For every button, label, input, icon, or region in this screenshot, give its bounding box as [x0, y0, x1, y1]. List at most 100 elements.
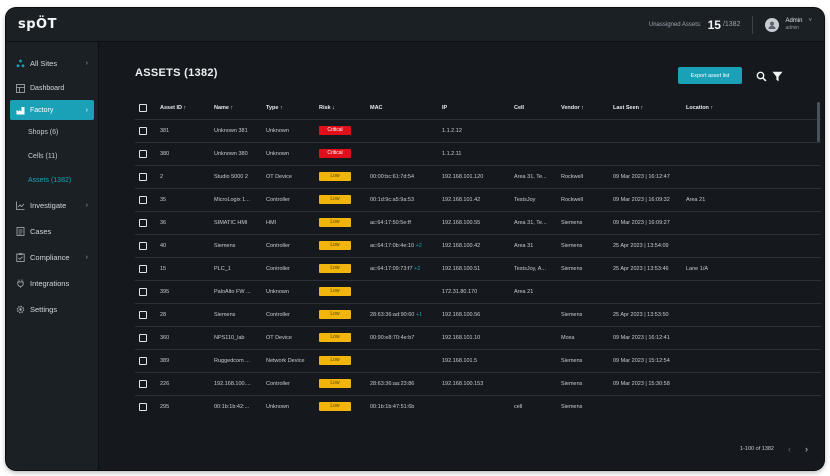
row-checkbox[interactable]: [139, 333, 147, 342]
cell-name: Area 31: [510, 233, 557, 257]
asset-id[interactable]: 40: [156, 233, 210, 257]
row-checkbox[interactable]: [139, 264, 147, 273]
asset-name[interactable]: Unknown 380: [210, 141, 262, 165]
cell-name: [510, 325, 557, 349]
previous-page-button[interactable]: ‹: [788, 444, 791, 454]
vendor-name: Moxa: [557, 325, 609, 349]
asset-name[interactable]: SIMATIC HMI: [210, 210, 262, 234]
table-row[interactable]: 381 Unknown 381 Unknown Critical 1.1.2.1…: [135, 118, 821, 142]
row-select-cell: [135, 118, 156, 142]
table-row[interactable]: 2 Studio 5000 2 OT Device Low 00:00:bc:6…: [135, 164, 821, 188]
row-checkbox[interactable]: [139, 241, 147, 250]
table-row[interactable]: 40 Siemens Controller Low ac:64:17:0b:4e…: [135, 233, 821, 257]
table-row[interactable]: 28 Siemens Controller Low 28:63:36:ad:90…: [135, 302, 821, 326]
sidebar-item-settings[interactable]: Settings: [6, 296, 98, 322]
asset-name[interactable]: PaloAlto FW ...: [210, 279, 262, 303]
last-seen: [609, 394, 682, 418]
sidebar-item-assets[interactable]: Assets (1382): [6, 168, 98, 192]
sidebar-item-integrations[interactable]: Integrations: [6, 270, 98, 296]
sidebar-item-dashboard[interactable]: Dashboard: [6, 76, 98, 100]
export-asset-list-button[interactable]: Export asset list: [678, 67, 742, 84]
avatar[interactable]: [765, 17, 780, 32]
table-row[interactable]: 15 PLC_1 Controller Low ac:64:17:09:73:f…: [135, 256, 821, 280]
next-page-button[interactable]: ›: [805, 444, 808, 454]
app-logo[interactable]: spÖT: [18, 17, 57, 32]
asset-name[interactable]: Siemens: [210, 302, 262, 326]
mac-extra-count[interactable]: +2: [414, 266, 420, 272]
column-header-type[interactable]: Type ↑: [262, 97, 315, 119]
ip-address: 192.168.101.120: [438, 164, 510, 188]
sidebar-item-factory[interactable]: Factory ›: [10, 100, 94, 120]
vendor-name: Siemens: [557, 210, 609, 234]
mac-extra-count[interactable]: +2: [416, 243, 422, 249]
last-seen: 09 Mar 2023 | 16:12:47: [609, 164, 682, 188]
table-row[interactable]: 36 SIMATIC HMI HMI Low ac:64:17:50:5e:ff…: [135, 210, 821, 234]
column-header-last-seen[interactable]: Last Seen ↑: [609, 97, 682, 119]
asset-id[interactable]: 395: [156, 279, 210, 303]
sidebar-item-cases[interactable]: Cases: [6, 218, 98, 244]
asset-id[interactable]: 389: [156, 348, 210, 372]
column-header-location[interactable]: Location ↑: [682, 97, 821, 119]
asset-name[interactable]: Siemens: [210, 233, 262, 257]
row-checkbox[interactable]: [139, 402, 147, 411]
sidebar-item-cells[interactable]: Cells (11): [6, 144, 98, 168]
asset-id[interactable]: 36: [156, 210, 210, 234]
asset-id[interactable]: 35: [156, 187, 210, 211]
row-checkbox[interactable]: [139, 356, 147, 365]
select-all-checkbox[interactable]: [139, 103, 147, 112]
sidebar-item-compliance[interactable]: Compliance ›: [6, 244, 98, 270]
row-checkbox[interactable]: [139, 172, 147, 181]
search-icon[interactable]: [756, 69, 767, 82]
asset-type: Unknown: [262, 279, 315, 303]
row-select-cell: [135, 279, 156, 303]
sidebar-item-all-sites[interactable]: All Sites ›: [6, 50, 98, 76]
table-row[interactable]: 380 Unknown 380 Unknown Critical 1.1.2.1…: [135, 141, 821, 165]
asset-id[interactable]: 15: [156, 256, 210, 280]
asset-id[interactable]: 360: [156, 325, 210, 349]
topbar-right: Unassigned Assets: 15 /1382 Admin admin …: [649, 15, 812, 34]
column-header-mac[interactable]: MAC: [366, 97, 438, 119]
asset-name[interactable]: Unknown 381: [210, 118, 262, 142]
asset-id[interactable]: 381: [156, 118, 210, 142]
table-row[interactable]: 35 MicroLogix 1... Controller Low 00:1d:…: [135, 187, 821, 211]
column-header-name[interactable]: Name ↑: [210, 97, 262, 119]
sidebar-item-shops[interactable]: Shops (6): [6, 120, 98, 144]
row-checkbox[interactable]: [139, 287, 147, 296]
table-scrollbar[interactable]: [817, 102, 820, 142]
row-checkbox[interactable]: [139, 218, 147, 227]
asset-name[interactable]: 00:1b:1b:42:...: [210, 394, 262, 418]
row-checkbox[interactable]: [139, 310, 147, 319]
column-header-risk[interactable]: Risk ↓: [315, 97, 366, 119]
table-row[interactable]: 395 PaloAlto FW ... Unknown Low 172.31.8…: [135, 279, 821, 303]
asset-name[interactable]: Ruggedcom ...: [210, 348, 262, 372]
table-row[interactable]: 295 00:1b:1b:42:... Unknown Low 00:1b:1b…: [135, 394, 821, 418]
filter-icon[interactable]: [772, 69, 783, 82]
asset-id[interactable]: 2: [156, 164, 210, 188]
mac-extra-count[interactable]: +1: [416, 312, 422, 318]
asset-name[interactable]: Studio 5000 2: [210, 164, 262, 188]
asset-name[interactable]: NPS110_lab: [210, 325, 262, 349]
table-row[interactable]: 360 NPS110_lab OT Device Low 00:90:e8:70…: [135, 325, 821, 349]
column-header-ip[interactable]: IP: [438, 97, 510, 119]
asset-id[interactable]: 295: [156, 394, 210, 418]
row-checkbox[interactable]: [139, 149, 147, 158]
table-row[interactable]: 389 Ruggedcom ... Network Device Low 192…: [135, 348, 821, 372]
row-checkbox[interactable]: [139, 195, 147, 204]
asset-id[interactable]: 226: [156, 371, 210, 395]
asset-name[interactable]: 192.168.100....: [210, 371, 262, 395]
asset-name[interactable]: PLC_1: [210, 256, 262, 280]
unassigned-assets-count[interactable]: 15: [708, 18, 721, 32]
asset-id[interactable]: 28: [156, 302, 210, 326]
sidebar-item-investigate[interactable]: Investigate ›: [6, 192, 98, 218]
row-select-cell: [135, 233, 156, 257]
user-menu[interactable]: Admin admin: [785, 18, 802, 32]
column-header-asset-id[interactable]: Asset ID ↑: [156, 97, 210, 119]
row-checkbox[interactable]: [139, 379, 147, 388]
chevron-down-icon[interactable]: ˅: [808, 18, 812, 24]
table-row[interactable]: 226 192.168.100.... Controller Low 28:63…: [135, 371, 821, 395]
asset-name[interactable]: MicroLogix 1...: [210, 187, 262, 211]
row-checkbox[interactable]: [139, 126, 147, 135]
column-header-cell[interactable]: Cell: [510, 97, 557, 119]
column-header-vendor[interactable]: Vendor ↑: [557, 97, 609, 119]
asset-id[interactable]: 380: [156, 141, 210, 165]
